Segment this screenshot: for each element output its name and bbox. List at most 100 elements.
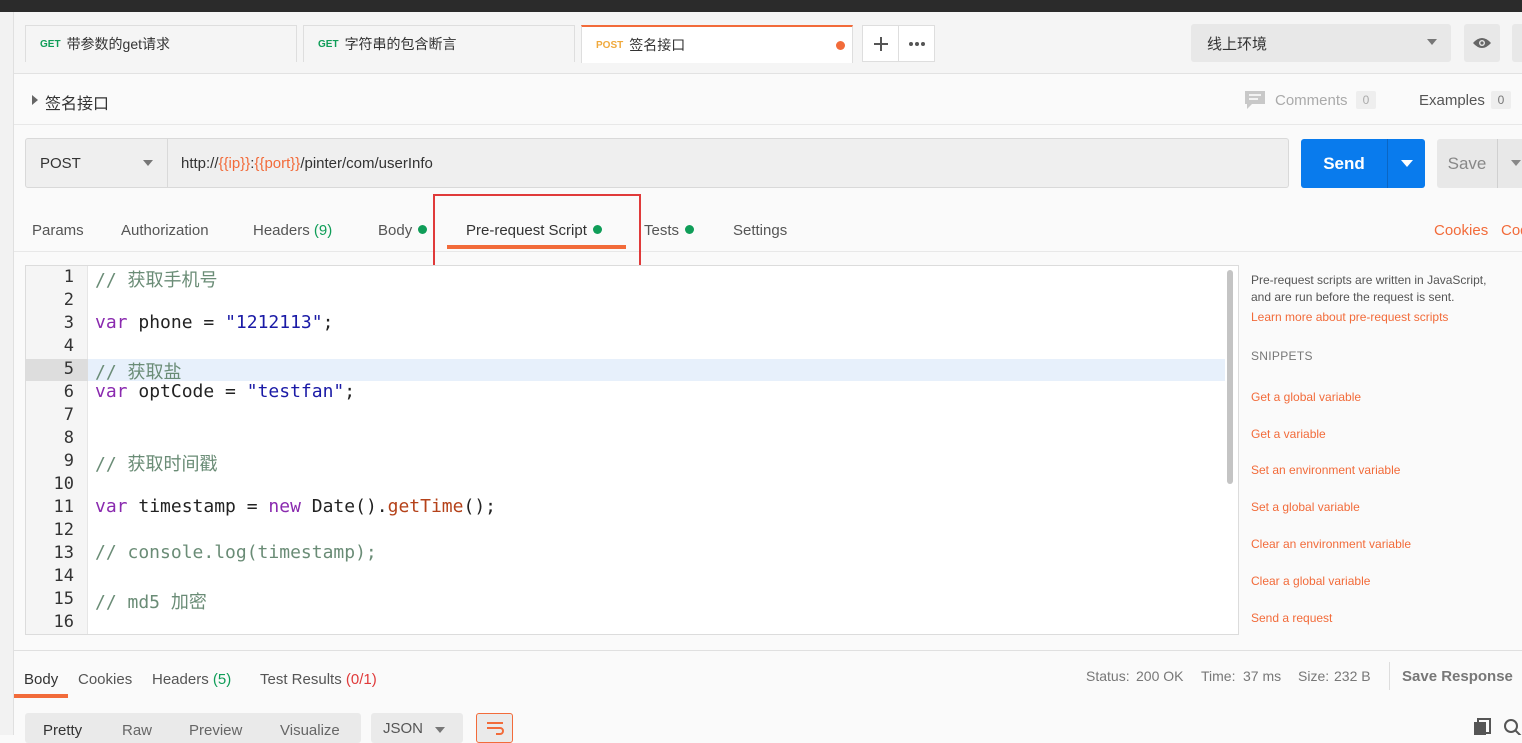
learn-more-link[interactable]: Learn more about pre-request scripts — [1251, 310, 1448, 324]
annotation-highlight-box — [433, 194, 641, 272]
request-tab-1[interactable]: GET 带参数的get请求 — [25, 25, 297, 62]
save-button-label: Save — [1447, 153, 1487, 173]
save-button-divider — [1497, 139, 1498, 188]
sidebar-collapsed-strip — [0, 12, 14, 735]
view-pretty-button[interactable]: Pretty — [43, 722, 82, 739]
environment-selected-value: 线上环境 — [1207, 35, 1268, 53]
url-variable-port: {{port}} — [254, 154, 301, 172]
line-number: 1 — [63, 267, 74, 287]
size-label: Size: — [1298, 668, 1330, 684]
examples-count-badge: 0 — [1491, 91, 1511, 109]
caret-right-icon[interactable] — [31, 95, 39, 105]
snippet-set-environment-variable[interactable]: Set an environment variable — [1251, 463, 1400, 477]
save-response-button[interactable]: Save Response — [1402, 668, 1513, 685]
url-input[interactable]: http://{{ip}}: {{port}}/pinter/com/userIn… — [168, 138, 1289, 188]
view-preview-button[interactable]: Preview — [189, 722, 242, 739]
comments-link[interactable]: Comments — [1275, 92, 1348, 109]
line-number: 10 — [53, 474, 74, 494]
tab-params[interactable]: Params — [32, 222, 84, 239]
line-number: 6 — [63, 382, 74, 402]
url-prefix: http:// — [181, 154, 219, 172]
snippets-panel: Pre-request scripts are written in JavaS… — [1251, 265, 1522, 645]
send-button[interactable]: Send — [1301, 139, 1425, 188]
eye-icon — [1473, 38, 1491, 48]
tab-headers-count: (9) — [313, 222, 333, 239]
line-number: 13 — [53, 543, 74, 563]
tab-method-badge: GET — [40, 38, 61, 50]
unsaved-changes-dot — [836, 41, 845, 50]
line-number: 14 — [53, 566, 74, 586]
request-name[interactable]: 签名接口 — [45, 90, 109, 114]
search-icon[interactable] — [1503, 718, 1522, 735]
view-visualize-button[interactable]: Visualize — [280, 722, 340, 739]
line-number: 16 — [53, 612, 74, 632]
response-tabs-bar: Body Cookies Headers (5) Test Results (0… — [14, 650, 1522, 700]
snippet-clear-global-variable[interactable]: Clear a global variable — [1251, 574, 1370, 588]
examples-link[interactable]: Examples — [1419, 92, 1485, 109]
tab-settings[interactable]: Settings — [733, 222, 787, 239]
tab-tests[interactable]: Tests — [644, 222, 695, 239]
send-button-label: Send — [1323, 153, 1365, 173]
code-line-6: var optCode = "testfan"; — [95, 381, 356, 402]
time-value: 37 ms — [1243, 668, 1282, 684]
snippet-set-global-variable[interactable]: Set a global variable — [1251, 500, 1360, 514]
response-headers-count: (5) — [212, 671, 232, 688]
response-tab-test-results[interactable]: Test Results (0/1) — [260, 671, 377, 688]
chevron-down-icon[interactable] — [1401, 160, 1413, 167]
view-raw-button[interactable]: Raw — [122, 722, 152, 739]
snippet-send-request[interactable]: Send a request — [1251, 611, 1332, 625]
request-tab-2[interactable]: GET 字符串的包含断言 — [303, 25, 575, 62]
chevron-down-icon — [435, 727, 445, 733]
current-line-highlight — [88, 359, 1225, 381]
http-method-value: POST — [40, 154, 81, 172]
response-tab-headers[interactable]: Headers (5) — [152, 671, 231, 688]
response-tab-body[interactable]: Body — [24, 671, 58, 688]
body-format-value: JSON — [383, 720, 424, 737]
line-number: 3 — [63, 313, 74, 333]
tab-headers[interactable]: Headers (9) — [253, 222, 332, 239]
plus-icon — [873, 36, 888, 51]
http-method-select[interactable]: POST — [25, 138, 168, 188]
line-number: 8 — [63, 428, 74, 448]
line-number: 11 — [53, 497, 74, 517]
panel-description-line-1: Pre-request scripts are written in JavaS… — [1251, 273, 1487, 287]
line-number: 9 — [63, 451, 74, 471]
status-dot — [685, 225, 695, 234]
tab-body[interactable]: Body — [378, 222, 428, 239]
tab-headers-label: Headers — [253, 222, 310, 239]
size-value: 232 B — [1334, 668, 1371, 684]
request-tab-3-active[interactable]: POST 签名接口 — [581, 25, 853, 63]
new-tab-button[interactable] — [862, 25, 899, 62]
tab-method-badge: GET — [318, 38, 339, 50]
environment-settings-button[interactable] — [1512, 24, 1522, 62]
code-link[interactable]: Code — [1501, 222, 1522, 239]
cookies-link[interactable]: Cookies — [1434, 222, 1488, 239]
environment-quick-look-button[interactable] — [1464, 24, 1500, 62]
wrap-lines-button[interactable] — [476, 713, 513, 743]
line-number: 7 — [63, 405, 74, 425]
test-results-count: (0/1) — [345, 671, 377, 688]
chevron-down-icon — [143, 160, 153, 166]
body-format-select[interactable]: JSON — [371, 713, 463, 743]
environment-select[interactable]: 线上环境 — [1191, 24, 1451, 62]
tab-title: 字符串的包含断言 — [344, 36, 457, 52]
editor-scrollbar[interactable] — [1227, 270, 1233, 484]
more-horizontal-icon — [908, 41, 925, 46]
snippet-get-variable[interactable]: Get a variable — [1251, 427, 1326, 441]
line-number: 12 — [53, 520, 74, 540]
snippet-clear-environment-variable[interactable]: Clear an environment variable — [1251, 537, 1411, 551]
code-line-13: // console.log(timestamp); — [95, 542, 377, 563]
response-tab-cookies[interactable]: Cookies — [78, 671, 132, 688]
copy-icon[interactable] — [1473, 718, 1491, 735]
snippets-heading: SNIPPETS — [1251, 349, 1313, 363]
script-editor[interactable]: 1 2 3 4 5 6 7 8 9 10 11 12 13 14 15 16 /… — [25, 265, 1239, 635]
snippet-get-global-variable[interactable]: Get a global variable — [1251, 390, 1361, 404]
request-subtabs: Params Authorization Headers (9) Body Pr… — [14, 208, 1522, 252]
line-number-current: 5 — [26, 359, 88, 381]
window-top-bar — [0, 0, 1522, 12]
save-button[interactable]: Save — [1437, 139, 1522, 188]
chevron-down-icon[interactable] — [1511, 160, 1521, 166]
tab-authorization[interactable]: Authorization — [121, 222, 209, 239]
tab-options-button[interactable] — [898, 25, 935, 62]
comments-count-badge: 0 — [1356, 91, 1376, 109]
